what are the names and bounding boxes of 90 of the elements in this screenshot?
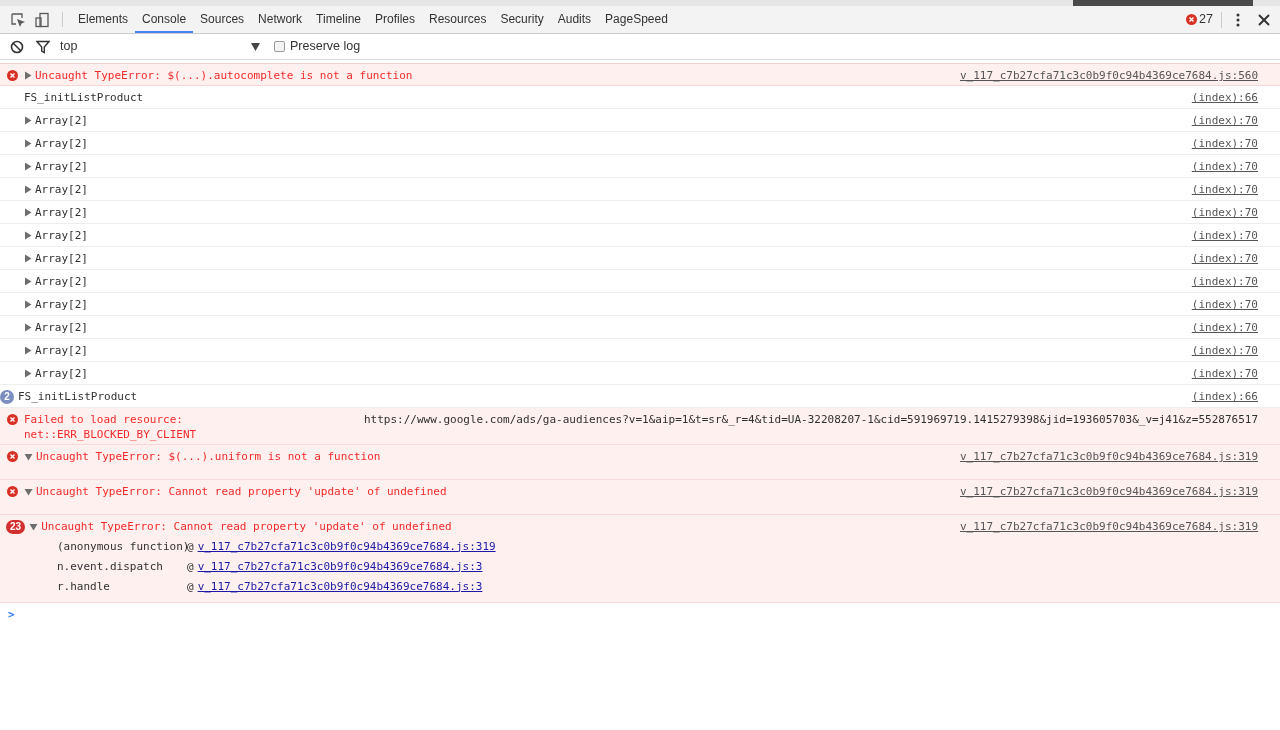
source-link[interactable]: (index):70 [1191,343,1258,358]
panel-tab[interactable]: Sources [193,6,252,33]
source-link[interactable]: (index):70 [1191,159,1258,174]
resource-url: https://www.google.com/ads/ga-audiences?v=1&aip=1&t=sr&_r=4&tid=UA-32208207-1&cid=591969719.1415279398&jid=193605703&_v=j41&z=552876517 [363,412,1258,427]
source-link[interactable]: (index):70 [1191,182,1258,197]
error-message: Uncaught TypeError: Cannot read property 'update' of undefined [36,484,447,499]
stack-function: r.handle [57,578,111,594]
collapse-triangle-icon[interactable] [24,452,33,461]
error-message: Uncaught TypeError: Cannot read property 'update' of undefined [41,519,452,534]
panel-tab[interactable]: Audits [550,6,599,33]
expand-triangle-icon[interactable] [24,185,32,194]
log-message: Array[2] [35,297,88,312]
repeat-count-badge: 23 [6,519,26,534]
log-message: Array[2] [35,228,88,243]
expand-triangle-icon[interactable] [24,369,32,378]
stack-link[interactable]: v_117_c7b27cfa71c3c0b9f0c94b4369ce7684.js:3 [197,558,483,574]
source-link[interactable]: (index):66 [1191,90,1258,105]
log-message: Array[2] [35,251,88,266]
collapse-triangle-icon[interactable] [24,487,33,496]
expand-triangle-icon[interactable] [24,162,32,171]
at-symbol: @ [187,538,194,554]
panel-tab[interactable]: Network [251,6,310,33]
log-message: Array[2] [35,159,88,174]
source-link[interactable]: (index):70 [1191,113,1258,128]
log-message: Array[2] [35,274,88,289]
expand-triangle-icon[interactable] [24,277,32,286]
scrollbar-thumb[interactable] [1073,0,1253,6]
panel-tab[interactable]: Timeline [309,6,368,33]
source-link[interactable]: v_117_c7b27cfa71c3c0b9f0c94b4369ce7684.js:560 [960,68,1258,83]
panel-tab[interactable]: Profiles [368,6,423,33]
error-message: Uncaught TypeError: $(...).autocomplete is not a function [35,68,413,83]
expand-triangle-icon[interactable] [24,300,32,309]
error-message: Uncaught TypeError: $(...).uniform is not a function [36,449,381,464]
expand-triangle-icon[interactable] [24,71,32,80]
expand-triangle-icon[interactable] [24,346,32,355]
panel-tab[interactable]: Resources [422,6,494,33]
source-link[interactable]: (index):66 [1191,389,1258,404]
expand-triangle-icon[interactable] [24,323,32,332]
log-message: Array[2] [35,182,88,197]
log-message: FS_initListProduct [18,389,138,404]
error-icon [7,451,18,462]
source-link[interactable]: (index):70 [1191,205,1258,220]
source-link[interactable]: (index):70 [1191,251,1258,266]
preserve-log-checkbox[interactable] [274,41,285,52]
repeat-count-badge: 2 [0,389,14,404]
log-message: FS_initListProduct [24,90,144,105]
collapse-triangle-icon[interactable] [29,522,39,531]
panel-tab[interactable]: Elements [71,6,136,33]
source-link[interactable]: (index):70 [1191,274,1258,289]
log-message: Array[2] [35,320,88,335]
panel-tab[interactable]: Console [135,6,194,33]
source-link[interactable]: (index):70 [1191,366,1258,381]
panel-tab[interactable]: Security [493,6,551,33]
source-link[interactable]: v_117_c7b27cfa71c3c0b9f0c94b4369ce7684.js:319 [960,449,1258,464]
console-prompt[interactable]: > [8,606,15,622]
stack-link[interactable]: v_117_c7b27cfa71c3c0b9f0c94b4369ce7684.js:3 [197,578,483,594]
context-select[interactable]: top [60,37,260,56]
log-message: Array[2] [35,136,88,151]
source-link[interactable]: (index):70 [1191,136,1258,151]
error-icon [7,70,18,81]
stack-function: n.event.dispatch [57,558,164,574]
at-symbol: @ [187,578,194,594]
log-message: Array[2] [35,205,88,220]
error-icon [7,414,18,425]
source-link[interactable]: (index):70 [1191,297,1258,312]
clear-console-icon[interactable] [10,39,24,54]
dropdown-caret-icon[interactable] [251,42,260,51]
close-icon[interactable] [1258,13,1270,26]
error-icon [1186,14,1198,25]
expand-triangle-icon[interactable] [24,254,32,263]
error-message: Failed to load resource: net::ERR_BLOCKED_BY_CLIENT [24,412,198,442]
log-message: Array[2] [35,343,88,358]
expand-triangle-icon[interactable] [24,139,32,148]
source-link[interactable]: v_117_c7b27cfa71c3c0b9f0c94b4369ce7684.js:319 [960,484,1258,499]
expand-triangle-icon[interactable] [24,208,32,217]
stack-link[interactable]: v_117_c7b27cfa71c3c0b9f0c94b4369ce7684.js:319 [197,538,496,554]
at-symbol: @ [187,558,194,574]
log-message: Array[2] [35,366,88,381]
error-icon [7,486,18,497]
expand-triangle-icon[interactable] [24,231,32,240]
preserve-log-label[interactable]: Preserve log [290,37,361,56]
stack-function: (anonymous function) [57,538,187,554]
error-count[interactable]: 27 [1199,10,1213,29]
filter-icon[interactable] [36,39,50,54]
source-link[interactable]: (index):70 [1191,320,1258,335]
expand-triangle-icon[interactable] [24,116,32,125]
log-message: Array[2] [35,113,88,128]
panel-tab[interactable]: PageSpeed [598,6,675,33]
source-link[interactable]: (index):70 [1191,228,1258,243]
source-link[interactable]: v_117_c7b27cfa71c3c0b9f0c94b4369ce7684.js:319 [960,519,1258,534]
